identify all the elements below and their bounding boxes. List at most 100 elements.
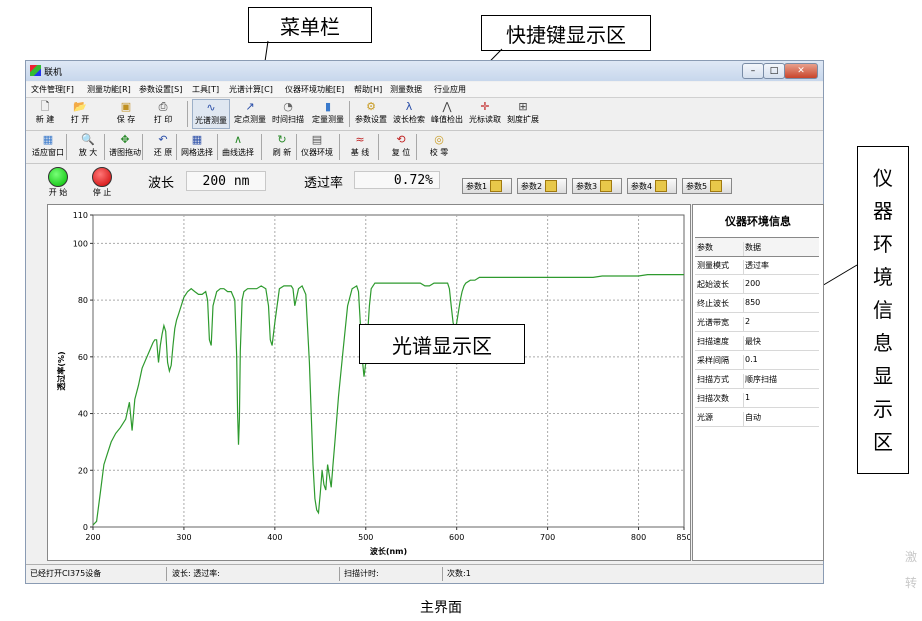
toolbar-button[interactable]: ▦ 适应窗口 xyxy=(29,132,67,162)
toolbar-button[interactable]: 🔍 放 大 xyxy=(69,132,107,162)
spectrum-chart: 200 300 400 500 600 700 800 850 0 20 40 60 80 100 110 波… xyxy=(56,211,692,556)
wavelength-value: 200 nm xyxy=(202,173,250,189)
param-preset-button[interactable]: 参数3 xyxy=(572,178,622,194)
toolbar-button[interactable]: ∧ 曲线选择 xyxy=(219,132,257,162)
clock-icon: ◔ xyxy=(283,100,293,113)
info-header-row: 参数 数据 xyxy=(695,237,819,257)
refresh-icon: ↻ xyxy=(277,133,287,146)
toolbar-button[interactable]: ∿ 光谱测量 xyxy=(192,99,230,129)
status-scan-timer: 扫描计时: xyxy=(344,569,379,578)
stop-label: 停 止 xyxy=(92,188,112,197)
info-row: 测量模式 透过率 xyxy=(695,256,819,275)
main-window: 联机 – □ ✕ 文件管理[F] 测量功能[R] 参数设置[S] 工具[T] 光谱计算[… xyxy=(25,60,824,584)
toolbar-button[interactable]: ▣ 保 存 xyxy=(110,99,142,129)
toolbar-button-label: 光谱测量 xyxy=(195,116,227,125)
menu-item[interactable]: 文件管理[F] xyxy=(31,84,74,95)
param-preset-label: 参数5 xyxy=(686,181,708,191)
toolbar-button-label: 刻度扩展 xyxy=(507,115,539,124)
menu-item[interactable]: 仪器环境功能[E] xyxy=(285,84,344,95)
param-preset-button[interactable]: 参数1 xyxy=(462,178,512,194)
info-key: 光源 xyxy=(695,412,744,426)
toolbar-button[interactable]: 🗋 新 建 xyxy=(29,99,61,129)
toolbar-button[interactable]: ◎ 校 零 xyxy=(420,132,458,162)
toolbar-button[interactable]: ✛ 光标读取 xyxy=(466,99,504,129)
transmittance-label: 透过率 xyxy=(304,176,344,191)
new-file-icon: 🗋 xyxy=(40,100,50,113)
info-value: 透过率 xyxy=(745,261,769,270)
info-value: 1 xyxy=(745,393,751,402)
zero-icon: ◎ xyxy=(434,133,444,146)
spectrum-display[interactable]: 200 300 400 500 600 700 800 850 0 20 40 60 80 100 110 波… xyxy=(47,204,692,561)
x-tick-label: 200 xyxy=(85,533,100,542)
toolbar-separator xyxy=(104,134,105,160)
callout-spectrum-area: 光谱显示区 xyxy=(359,324,525,364)
toolbar-button[interactable]: ⟲ 复 位 xyxy=(382,132,420,162)
param-settings-icon xyxy=(545,180,558,192)
toolbar-button[interactable]: ⎙ 打 印 xyxy=(147,99,179,129)
minimize-button[interactable]: – xyxy=(742,63,764,79)
start-button[interactable]: 开 始 xyxy=(42,167,74,201)
spectrum-icon: ∿ xyxy=(206,101,216,114)
toolbar-button[interactable]: ⊞ 刻度扩展 xyxy=(504,99,542,129)
param-preset-button[interactable]: 参数5 xyxy=(682,178,732,194)
info-key: 扫描次数 xyxy=(695,393,744,407)
menu-bar: 文件管理[F] 测量功能[R] 参数设置[S] 工具[T] 光谱计算[C] 仪器环境功能[… xyxy=(26,82,823,98)
toolbar-button[interactable]: ▦ 网格选择 xyxy=(178,132,216,162)
toolbar-button[interactable]: ✥ 谱图拖动 xyxy=(106,132,144,162)
toolbar-button[interactable]: ⚙ 参数设置 xyxy=(352,99,390,129)
info-header-value: 数据 xyxy=(745,243,761,252)
toolbar-separator xyxy=(176,134,177,160)
menu-item[interactable]: 行业应用 xyxy=(434,84,466,95)
toolbar-button-label: 适应窗口 xyxy=(32,148,64,157)
x-tick-label: 800 xyxy=(631,533,646,542)
close-button[interactable]: ✕ xyxy=(784,63,818,79)
toolbar-button-label: 打 印 xyxy=(153,115,173,124)
info-row: 采样间隔 0.1 xyxy=(695,351,819,370)
toolbar-button-label: 刷 新 xyxy=(272,148,292,157)
toolbar-button[interactable]: ◔ 时间扫描 xyxy=(269,99,307,129)
toolbar-button[interactable]: ▮ 定量测量 xyxy=(309,99,347,129)
crosshair-icon: ✛ xyxy=(480,100,490,113)
menu-item[interactable]: 工具[T] xyxy=(192,84,219,95)
stop-light-icon xyxy=(92,167,112,187)
toolbar-separator xyxy=(187,101,188,127)
toolbar-separator xyxy=(378,134,379,160)
toolbar-button[interactable]: ⋀ 峰值检出 xyxy=(428,99,466,129)
info-value: 2 xyxy=(745,317,751,326)
reset-icon: ⟲ xyxy=(396,133,406,146)
info-row: 光源 自动 xyxy=(695,408,819,427)
info-row: 光谱带宽 2 xyxy=(695,313,819,332)
menu-item[interactable]: 测量功能[R] xyxy=(87,84,131,95)
app-icon xyxy=(30,65,41,76)
toolbar-view: ▦ 适应窗口 🔍 放 大 ✥ 谱图拖动 ↶ 还 原 ▦ 网格选择 ∧ 曲线选择 ↻ 刷 新 ▤ 仪器环境 ≈ 基 … xyxy=(26,131,823,164)
x-axis-label: 波长(nm) xyxy=(370,546,407,556)
menu-item[interactable]: 测量数据 xyxy=(390,84,422,95)
menu-item[interactable]: 光谱计算[C] xyxy=(229,84,273,95)
maximize-button[interactable]: □ xyxy=(763,63,785,79)
y-tick-label: 20 xyxy=(78,466,88,475)
y-tick-label: 100 xyxy=(73,239,88,248)
status-wave-trans: 波长: 透过率: xyxy=(172,569,220,578)
toolbar-separator xyxy=(217,134,218,160)
y-tick-label: 60 xyxy=(78,353,88,362)
menu-item[interactable]: 参数设置[S] xyxy=(139,84,182,95)
toolbar-button[interactable]: ▤ 仪器环境 xyxy=(298,132,336,162)
status-device: 已经打开CI375设备 xyxy=(30,569,102,578)
stop-button[interactable]: 停 止 xyxy=(86,167,118,201)
toolbar-button[interactable]: ≈ 基 线 xyxy=(341,132,379,162)
status-divider xyxy=(166,567,167,581)
lambda-icon: λ xyxy=(405,100,413,113)
peak-icon: ⋀ xyxy=(442,100,452,113)
baseline-icon: ≈ xyxy=(355,133,365,146)
info-row: 扫描方式 顺序扫描 xyxy=(695,370,819,389)
info-key: 起始波长 xyxy=(695,279,744,293)
toolbar-button[interactable]: λ 波长检索 xyxy=(390,99,428,129)
toolbar-button[interactable]: 📂 打 开 xyxy=(64,99,96,129)
param-preset-button[interactable]: 参数4 xyxy=(627,178,677,194)
param-preset-button[interactable]: 参数2 xyxy=(517,178,567,194)
param-preset-label: 参数4 xyxy=(631,181,653,191)
menu-item[interactable]: 帮助[H] xyxy=(354,84,382,95)
curve-icon: ∧ xyxy=(233,133,243,146)
toolbar-button[interactable]: ↗ 定点测量 xyxy=(231,99,269,129)
status-divider xyxy=(442,567,443,581)
